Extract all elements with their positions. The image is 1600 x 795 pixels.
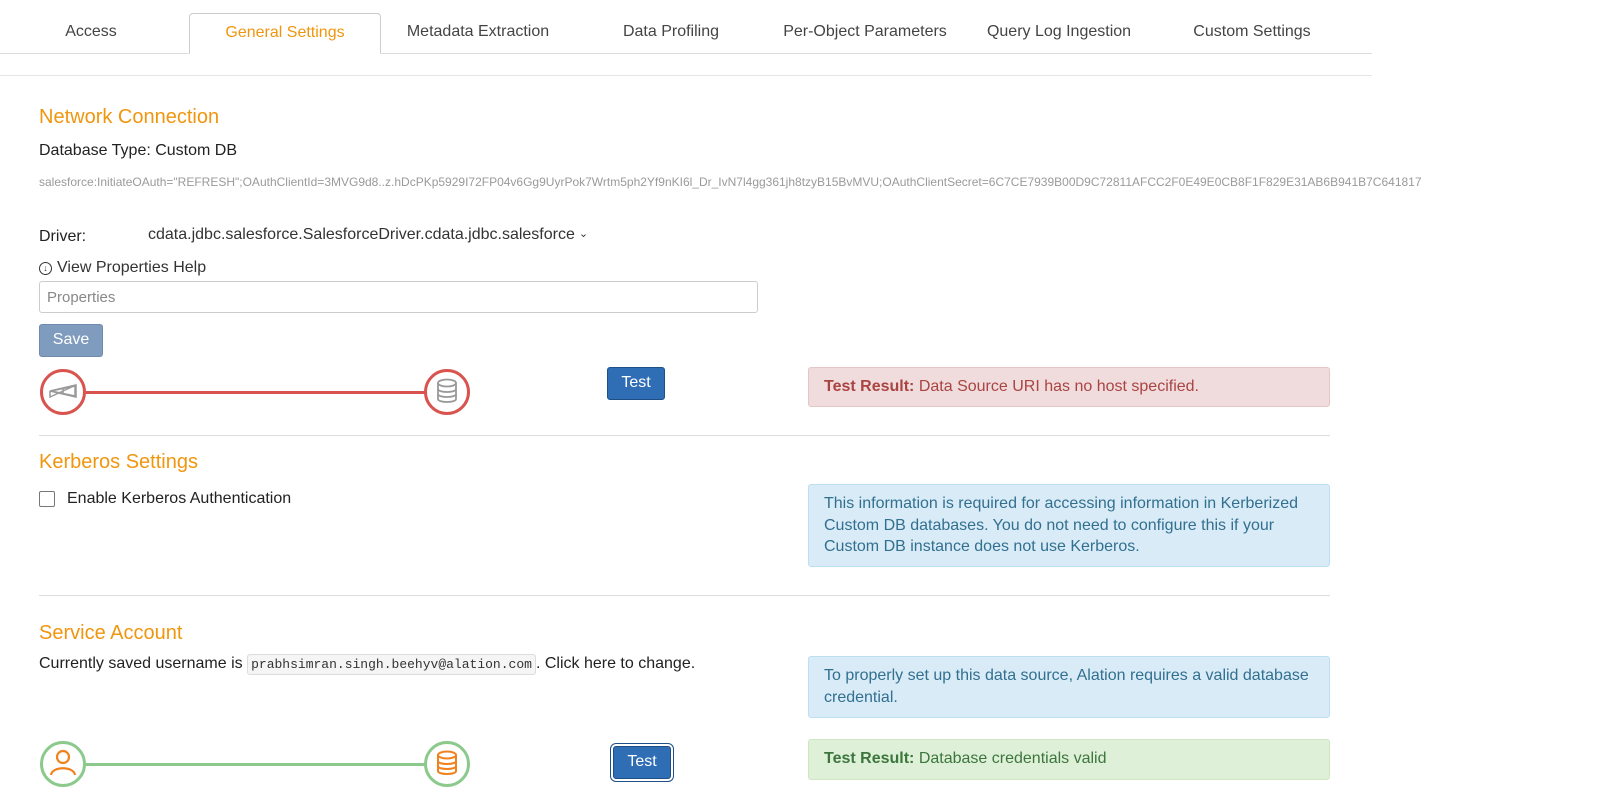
info-circle-icon: ↓ xyxy=(39,262,52,275)
kerberos-checkbox-label[interactable]: Enable Kerberos Authentication xyxy=(67,490,291,508)
database-node xyxy=(424,741,470,787)
saved-username-mid: . xyxy=(535,655,545,672)
service-account-heading: Service Account xyxy=(39,622,183,644)
tab-query-log-ingestion[interactable]: Query Log Ingestion xyxy=(963,13,1155,53)
connection-uri: salesforce:InitiateOAuth="REFRESH";OAuth… xyxy=(39,175,1422,189)
saved-username-prefix: Currently saved username is xyxy=(39,655,248,672)
tab-access[interactable]: Access xyxy=(30,13,152,53)
tab-bar: Access General Settings Metadata Extract… xyxy=(0,0,1372,54)
connection-line xyxy=(86,391,426,394)
kerberos-info: This information is required for accessi… xyxy=(808,484,1330,567)
tab-per-object-parameters[interactable]: Per-Object Parameters xyxy=(768,13,962,53)
section-divider xyxy=(39,435,1330,436)
view-properties-help-label: View Properties Help xyxy=(57,259,207,276)
tab-data-profiling[interactable]: Data Profiling xyxy=(575,13,767,53)
save-button[interactable]: Save xyxy=(39,324,103,357)
section-divider xyxy=(39,595,1330,596)
network-test-result: Test Result: Data Source URI has no host… xyxy=(808,367,1330,407)
network-result-label: Test Result: xyxy=(824,378,915,395)
driver-label: Driver: xyxy=(39,228,87,245)
saved-username-suffix: to change. xyxy=(615,655,696,672)
database-icon xyxy=(437,378,457,403)
kerberos-checkbox[interactable] xyxy=(39,491,55,507)
service-result-label: Test Result: xyxy=(824,750,915,767)
kerberos-settings-heading: Kerberos Settings xyxy=(39,451,198,473)
user-node xyxy=(40,741,86,787)
tab-metadata-extraction[interactable]: Metadata Extraction xyxy=(382,13,574,53)
connection-icon xyxy=(49,384,77,399)
properties-input[interactable] xyxy=(39,281,758,313)
service-test-result: Test Result: Database credentials valid xyxy=(808,739,1330,780)
service-account-info: To properly set up this data source, Ala… xyxy=(808,656,1330,718)
network-result-text: Data Source URI has no host specified. xyxy=(914,378,1199,395)
chevron-down-icon: ⌄ xyxy=(578,228,589,240)
service-result-text: Database credentials valid xyxy=(914,750,1107,767)
driver-value: cdata.jdbc.salesforce.SalesforceDriver.c… xyxy=(148,226,575,243)
database-icon xyxy=(437,750,457,775)
tab-custom-settings[interactable]: Custom Settings xyxy=(1156,13,1348,53)
driver-select[interactable]: cdata.jdbc.salesforce.SalesforceDriver.c… xyxy=(148,226,588,244)
tab-general-settings[interactable]: General Settings xyxy=(189,13,381,54)
top-divider xyxy=(0,75,1372,76)
user-icon xyxy=(49,749,77,776)
view-properties-help[interactable]: ↓ View Properties Help xyxy=(39,259,206,277)
database-type: Database Type: Custom DB xyxy=(39,142,238,159)
network-connection-heading: Network Connection xyxy=(39,106,220,128)
test-credentials-button[interactable]: Test xyxy=(613,746,671,779)
test-connection-button[interactable]: Test xyxy=(607,367,665,400)
credential-line xyxy=(86,763,426,766)
database-node xyxy=(424,369,470,415)
connection-node xyxy=(40,369,86,415)
change-username-link[interactable]: Click here xyxy=(545,655,616,672)
saved-username: prabhsimran.singh.beehyv@alation.com xyxy=(247,654,536,675)
saved-username-text: Currently saved username is prabhsimran.… xyxy=(39,654,696,675)
